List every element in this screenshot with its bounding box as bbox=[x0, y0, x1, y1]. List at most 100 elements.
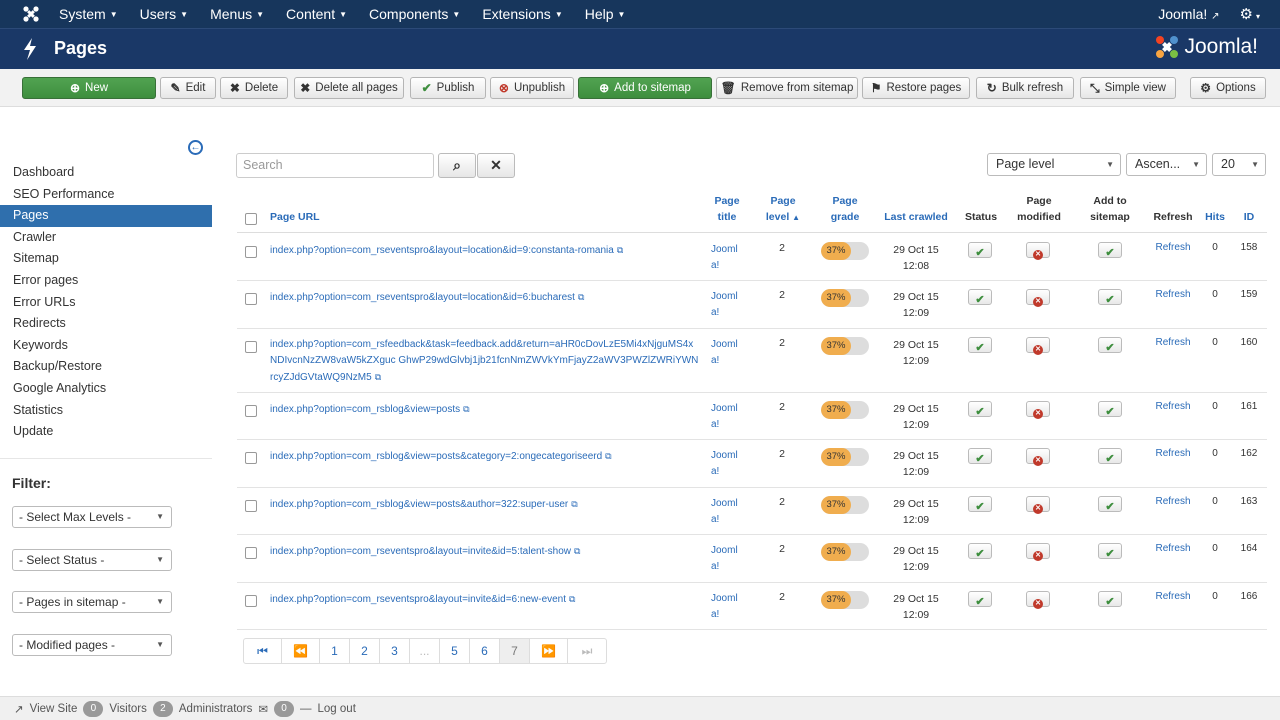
external-link-icon[interactable]: ⧉ bbox=[578, 292, 584, 302]
menu-extensions[interactable]: Extensions ▼ bbox=[471, 0, 573, 28]
page-title-link[interactable]: Joomla! bbox=[711, 242, 745, 274]
refresh-link[interactable]: Refresh bbox=[1151, 591, 1195, 602]
external-link-icon[interactable]: ⧉ bbox=[571, 499, 577, 509]
status-toggle[interactable]: ✔ bbox=[968, 591, 992, 608]
status-toggle[interactable]: ✔ bbox=[968, 543, 992, 560]
sitemap-toggle[interactable]: ✔ bbox=[1098, 242, 1122, 259]
new-button[interactable]: ⊕ New bbox=[22, 77, 156, 99]
modified-toggle[interactable]: ✕ bbox=[1026, 289, 1050, 307]
external-link-icon[interactable]: ⧉ bbox=[605, 451, 611, 461]
external-link-icon[interactable]: ⧉ bbox=[617, 245, 623, 255]
joomla-icon[interactable] bbox=[22, 5, 40, 23]
page-title-link[interactable]: Joomla! bbox=[711, 496, 745, 528]
page-url-link[interactable]: index.php?option=com_rsfeedback&task=fee… bbox=[270, 337, 700, 386]
sidebar-item-statistics[interactable]: Statistics bbox=[0, 400, 212, 422]
filter-select-2[interactable]: - Pages in sitemap - ▼ bbox=[12, 591, 172, 613]
remove-from-sitemap-button[interactable]: 🗑 Remove from sitemap bbox=[716, 77, 858, 99]
row-checkbox[interactable] bbox=[245, 293, 257, 305]
site-link[interactable]: Joomla! ↗ bbox=[1158, 6, 1219, 22]
row-checkbox[interactable] bbox=[245, 246, 257, 258]
col-page-grade[interactable]: Page grade bbox=[823, 193, 867, 225]
edit-button[interactable]: ✎ Edit bbox=[160, 77, 216, 99]
modified-toggle[interactable]: ✕ bbox=[1026, 337, 1050, 355]
menu-system[interactable]: System ▼ bbox=[48, 0, 129, 28]
page-url-link[interactable]: index.php?option=com_rsblog&view=posts&a… bbox=[270, 496, 700, 513]
unpublish-button[interactable]: ⊗ Unpublish bbox=[490, 77, 574, 99]
sidebar-item-redirects[interactable]: Redirects bbox=[0, 313, 212, 335]
status-toggle[interactable]: ✔ bbox=[968, 448, 992, 465]
col-page-level[interactable]: Page level ▲ bbox=[761, 193, 805, 226]
refresh-link[interactable]: Refresh bbox=[1151, 242, 1195, 253]
page-title-link[interactable]: Joomla! bbox=[711, 337, 745, 369]
sitemap-toggle[interactable]: ✔ bbox=[1098, 337, 1122, 354]
page-2[interactable]: 2 bbox=[350, 639, 380, 663]
status-toggle[interactable]: ✔ bbox=[968, 496, 992, 513]
sort-direction-select[interactable]: Ascen... ▼ bbox=[1126, 153, 1207, 176]
sitemap-toggle[interactable]: ✔ bbox=[1098, 591, 1122, 608]
filter-select-1[interactable]: - Select Status - ▼ bbox=[12, 549, 172, 571]
menu-menus[interactable]: Menus ▼ bbox=[199, 0, 275, 28]
col-page-url[interactable]: Page URL bbox=[270, 209, 320, 225]
simple-view-button[interactable]: ⤡ Simple view bbox=[1080, 77, 1176, 99]
bulk-refresh-button[interactable]: ↻ Bulk refresh bbox=[976, 77, 1074, 99]
sitemap-toggle[interactable]: ✔ bbox=[1098, 496, 1122, 513]
collapse-sidebar-icon[interactable]: ← bbox=[188, 140, 203, 155]
page-url-link[interactable]: index.php?option=com_rsblog&view=posts&c… bbox=[270, 448, 700, 465]
clear-search-button[interactable]: ✕ bbox=[477, 153, 515, 178]
sidebar-item-backup-restore[interactable]: Backup/Restore bbox=[0, 356, 212, 378]
external-link-icon[interactable]: ⧉ bbox=[569, 594, 575, 604]
row-checkbox[interactable] bbox=[245, 595, 257, 607]
menu-help[interactable]: Help ▼ bbox=[574, 0, 637, 28]
sidebar-item-error-pages[interactable]: Error pages bbox=[0, 270, 212, 292]
page-title-link[interactable]: Joomla! bbox=[711, 289, 745, 321]
sitemap-toggle[interactable]: ✔ bbox=[1098, 289, 1122, 306]
search-input[interactable]: Search bbox=[236, 153, 434, 178]
add-to-sitemap-button[interactable]: ⊕ Add to sitemap bbox=[578, 77, 712, 99]
col-id[interactable]: ID bbox=[1233, 209, 1265, 225]
sidebar-item-error-urls[interactable]: Error URLs bbox=[0, 292, 212, 314]
page-url-link[interactable]: index.php?option=com_rseventspro&layout=… bbox=[270, 591, 700, 608]
page-title-link[interactable]: Joomla! bbox=[711, 448, 745, 480]
search-button[interactable]: ⌕ bbox=[438, 153, 476, 178]
sidebar-item-keywords[interactable]: Keywords bbox=[0, 335, 212, 357]
refresh-link[interactable]: Refresh bbox=[1151, 496, 1195, 507]
page-url-link[interactable]: index.php?option=com_rseventspro&layout=… bbox=[270, 242, 700, 259]
col-hits[interactable]: Hits bbox=[1203, 209, 1227, 225]
publish-button[interactable]: ✔ Publish bbox=[410, 77, 486, 99]
first-page-icon[interactable]: ⏮ bbox=[244, 639, 282, 663]
envelope-icon[interactable]: ✉ bbox=[258, 702, 268, 716]
row-checkbox[interactable] bbox=[245, 452, 257, 464]
delete-all-pages-button[interactable]: ✖ Delete all pages bbox=[294, 77, 404, 99]
menu-components[interactable]: Components ▼ bbox=[358, 0, 471, 28]
page-title-link[interactable]: Joomla! bbox=[711, 401, 745, 433]
sidebar-item-crawler[interactable]: Crawler bbox=[0, 227, 212, 249]
sidebar-item-seo-performance[interactable]: SEO Performance bbox=[0, 184, 212, 206]
gear-icon[interactable]: ⚙ ▾ bbox=[1240, 5, 1260, 23]
refresh-link[interactable]: Refresh bbox=[1151, 543, 1195, 554]
status-toggle[interactable]: ✔ bbox=[968, 289, 992, 306]
row-checkbox[interactable] bbox=[245, 547, 257, 559]
options-button[interactable]: ⚙ Options bbox=[1190, 77, 1266, 99]
col-page-title[interactable]: Page title bbox=[707, 193, 747, 225]
modified-toggle[interactable]: ✕ bbox=[1026, 448, 1050, 466]
page-title-link[interactable]: Joomla! bbox=[711, 591, 745, 623]
external-link-icon[interactable]: ⧉ bbox=[574, 546, 580, 556]
col-last-crawled[interactable]: Last crawled bbox=[877, 209, 955, 225]
modified-toggle[interactable]: ✕ bbox=[1026, 242, 1050, 260]
external-link-icon[interactable]: ⧉ bbox=[463, 404, 469, 414]
row-checkbox[interactable] bbox=[245, 341, 257, 353]
page-url-link[interactable]: index.php?option=com_rsblog&view=posts ⧉ bbox=[270, 401, 700, 418]
row-checkbox[interactable] bbox=[245, 500, 257, 512]
sitemap-toggle[interactable]: ✔ bbox=[1098, 401, 1122, 418]
modified-toggle[interactable]: ✕ bbox=[1026, 401, 1050, 419]
refresh-link[interactable]: Refresh bbox=[1151, 401, 1195, 412]
sidebar-item-sitemap[interactable]: Sitemap bbox=[0, 248, 212, 270]
sort-field-select[interactable]: Page level ▼ bbox=[987, 153, 1121, 176]
sidebar-item-google-analytics[interactable]: Google Analytics bbox=[0, 378, 212, 400]
filter-select-3[interactable]: - Modified pages - ▼ bbox=[12, 634, 172, 656]
refresh-link[interactable]: Refresh bbox=[1151, 448, 1195, 459]
delete-button[interactable]: ✖ Delete bbox=[220, 77, 288, 99]
prev-page-icon[interactable]: ⏪ bbox=[282, 639, 320, 663]
page-url-link[interactable]: index.php?option=com_rseventspro&layout=… bbox=[270, 289, 700, 306]
page-3[interactable]: 3 bbox=[380, 639, 410, 663]
